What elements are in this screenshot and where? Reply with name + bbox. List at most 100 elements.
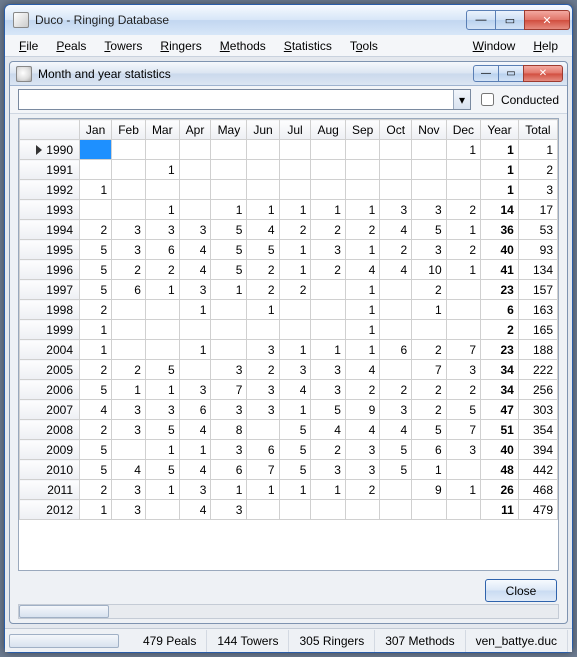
cell[interactable]: 1: [311, 340, 345, 360]
table-row[interactable]: 19955364551312324093: [20, 240, 558, 260]
cell[interactable]: [145, 340, 179, 360]
cell[interactable]: 1: [412, 300, 446, 320]
cell[interactable]: [380, 480, 412, 500]
cell[interactable]: 1: [279, 480, 311, 500]
cell[interactable]: 1: [80, 320, 112, 340]
col-header[interactable]: Dec: [446, 120, 480, 140]
cell[interactable]: 3: [145, 400, 179, 420]
cell[interactable]: 5: [211, 260, 247, 280]
cell[interactable]: 36: [481, 220, 519, 240]
menu-window[interactable]: Window: [465, 37, 524, 55]
table-row[interactable]: 2012134311479: [20, 500, 558, 520]
cell[interactable]: 2: [446, 240, 480, 260]
cell[interactable]: 93: [518, 240, 557, 260]
table-row[interactable]: 200411311162723188: [20, 340, 558, 360]
cell[interactable]: 2: [311, 220, 345, 240]
col-header[interactable]: Aug: [311, 120, 345, 140]
cell[interactable]: [311, 140, 345, 160]
cell[interactable]: 26: [481, 480, 519, 500]
cell[interactable]: 34: [481, 380, 519, 400]
cell[interactable]: 3: [247, 400, 279, 420]
cell[interactable]: [247, 160, 279, 180]
cell[interactable]: 157: [518, 280, 557, 300]
scrollbar-thumb[interactable]: [19, 605, 109, 618]
cell[interactable]: [179, 160, 211, 180]
cell[interactable]: 2: [279, 220, 311, 240]
cell[interactable]: [211, 300, 247, 320]
cell[interactable]: [211, 140, 247, 160]
table-row[interactable]: 1990111: [20, 140, 558, 160]
cell[interactable]: 2: [412, 380, 446, 400]
col-header[interactable]: Feb: [112, 120, 146, 140]
cell[interactable]: 3: [112, 220, 146, 240]
cell[interactable]: 1: [446, 260, 480, 280]
close-button[interactable]: ✕: [524, 10, 570, 30]
row-header[interactable]: 1999: [20, 320, 80, 340]
cell[interactable]: 1: [481, 180, 519, 200]
cell[interactable]: 1: [345, 200, 379, 220]
row-header[interactable]: 2006: [20, 380, 80, 400]
cell[interactable]: 1: [247, 480, 279, 500]
cell[interactable]: 4: [179, 240, 211, 260]
cell[interactable]: 1: [345, 320, 379, 340]
cell[interactable]: 5: [80, 260, 112, 280]
col-header[interactable]: Total: [518, 120, 557, 140]
cell[interactable]: 23: [481, 340, 519, 360]
cell[interactable]: 1: [247, 300, 279, 320]
cell[interactable]: 1: [311, 200, 345, 220]
cell[interactable]: 5: [80, 380, 112, 400]
grid[interactable]: JanFebMarAprMayJunJulAugSepOctNovDecYear…: [18, 118, 559, 571]
cell[interactable]: 3: [380, 200, 412, 220]
cell[interactable]: [112, 160, 146, 180]
cell[interactable]: 53: [518, 220, 557, 240]
cell[interactable]: 134: [518, 260, 557, 280]
row-header[interactable]: 2010: [20, 460, 80, 480]
cell[interactable]: 3: [211, 360, 247, 380]
cell[interactable]: 5: [412, 420, 446, 440]
cell[interactable]: 2: [80, 360, 112, 380]
conducted-check-input[interactable]: [481, 93, 494, 106]
cell[interactable]: 6: [412, 440, 446, 460]
child-close-button[interactable]: ✕: [523, 65, 563, 82]
cell[interactable]: [412, 180, 446, 200]
cell[interactable]: 303: [518, 400, 557, 420]
cell[interactable]: 1: [211, 280, 247, 300]
titlebar[interactable]: Duco - Ringing Database — ▭ ✕: [5, 5, 572, 35]
cell[interactable]: 4: [345, 360, 379, 380]
col-header[interactable]: Mar: [145, 120, 179, 140]
cell[interactable]: [179, 180, 211, 200]
cell[interactable]: 2: [380, 240, 412, 260]
cell[interactable]: 5: [145, 360, 179, 380]
cell[interactable]: 2: [311, 440, 345, 460]
cell[interactable]: 1: [412, 460, 446, 480]
cell[interactable]: [446, 300, 480, 320]
cell[interactable]: 1: [311, 480, 345, 500]
cell[interactable]: 5: [80, 460, 112, 480]
cell[interactable]: [112, 440, 146, 460]
row-header[interactable]: 1991: [20, 160, 80, 180]
cell[interactable]: 7: [412, 360, 446, 380]
cell[interactable]: 2: [247, 280, 279, 300]
table-row[interactable]: 1996522452124410141134: [20, 260, 558, 280]
cell[interactable]: 2: [345, 480, 379, 500]
cell[interactable]: 2: [345, 380, 379, 400]
table-row[interactable]: 20112313111129126468: [20, 480, 558, 500]
cell[interactable]: 3: [179, 280, 211, 300]
cell[interactable]: 14: [481, 200, 519, 220]
cell[interactable]: [279, 300, 311, 320]
cell[interactable]: 1: [211, 480, 247, 500]
chevron-down-icon[interactable]: ▾: [453, 90, 470, 109]
cell[interactable]: [380, 180, 412, 200]
cell[interactable]: [279, 160, 311, 180]
cell[interactable]: 1: [345, 340, 379, 360]
cell[interactable]: 4: [179, 460, 211, 480]
minimize-button[interactable]: —: [466, 10, 496, 30]
cell[interactable]: [112, 320, 146, 340]
cell[interactable]: 2: [518, 160, 557, 180]
cell[interactable]: 3: [112, 420, 146, 440]
table-row[interactable]: 2005225323347334222: [20, 360, 558, 380]
cell[interactable]: 2: [247, 260, 279, 280]
menu-tools[interactable]: Tools: [342, 37, 386, 55]
cell[interactable]: 1: [481, 160, 519, 180]
cell[interactable]: 6: [145, 240, 179, 260]
